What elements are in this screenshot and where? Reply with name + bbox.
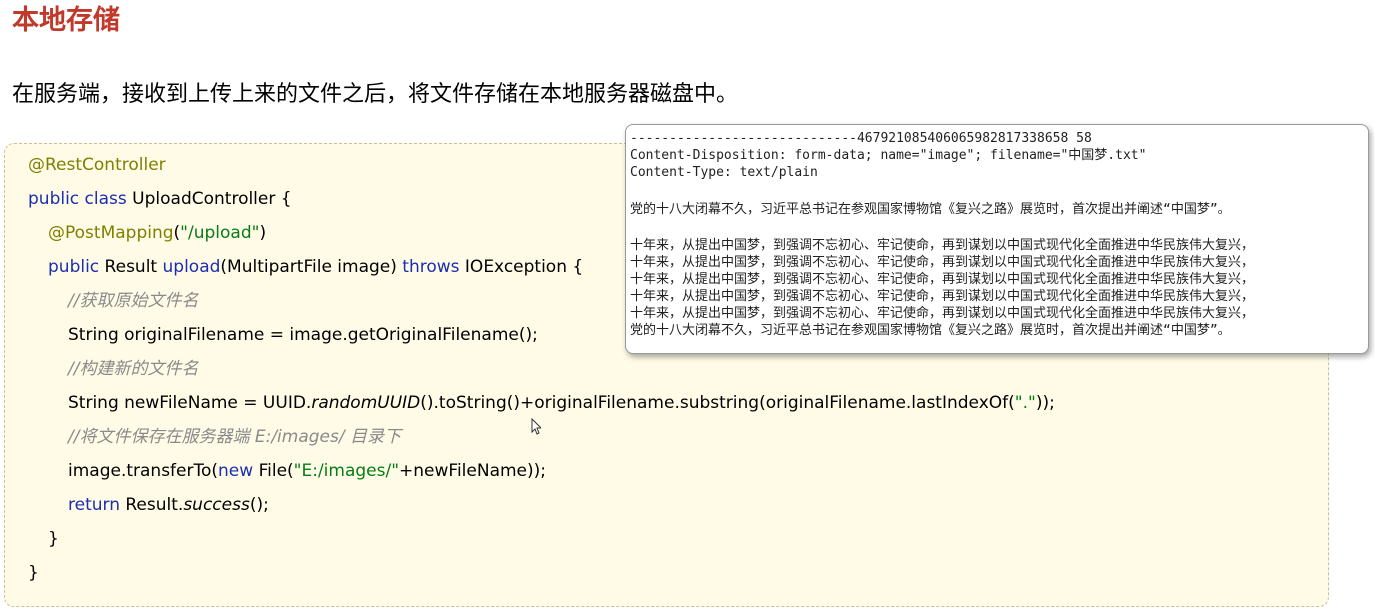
code-text: )); bbox=[1035, 393, 1055, 413]
keyword: public class bbox=[28, 189, 127, 209]
code-line-8: String newFileName = UUID.randomUUID().t… bbox=[68, 392, 1055, 414]
popup-line: Content-Type: text/plain bbox=[630, 165, 818, 180]
comment: //将文件保存在服务器端 E:/images/ 目录下 bbox=[68, 427, 401, 447]
keyword: public bbox=[48, 257, 100, 277]
string-literal: "/upload" bbox=[180, 223, 260, 243]
code-text: } bbox=[48, 529, 59, 549]
keyword: return bbox=[68, 495, 120, 515]
code-line-4: public Result upload(MultipartFile image… bbox=[48, 256, 583, 278]
code-text: (MultipartFile image) bbox=[220, 257, 403, 277]
page-title: 本地存储 bbox=[12, 5, 120, 36]
code-line-7: //构建新的文件名 bbox=[68, 358, 198, 380]
method-name: upload bbox=[162, 257, 221, 277]
annotation: @PostMapping bbox=[48, 223, 174, 243]
code-line-3: @PostMapping("/upload") bbox=[48, 222, 266, 244]
popup-line: 党的十八大闭幕不久，习近平总书记在参观国家博物馆《复兴之路》展览时，首次提出并阐… bbox=[630, 202, 1231, 217]
code-text: String originalFilename = image.getOrigi… bbox=[68, 325, 538, 345]
code-text: } bbox=[28, 563, 39, 583]
popup-line: 十年来，从提出中国梦，到强调不忘初心、牢记使命，再到谋划以中国式现代化全面推进中… bbox=[630, 306, 1255, 321]
keyword: throws bbox=[402, 257, 460, 277]
code-line-2: public class UploadController { bbox=[28, 188, 292, 210]
code-text: ().toString()+originalFilename.substring… bbox=[420, 393, 1015, 413]
popup-line: 十年来，从提出中国梦，到强调不忘初心、牢记使命，再到谋划以中国式现代化全面推进中… bbox=[630, 289, 1255, 304]
popup-line: 十年来，从提出中国梦，到强调不忘初心、牢记使命，再到谋划以中国式现代化全面推进中… bbox=[630, 272, 1255, 287]
popup-line: Content-Disposition: form-data; name="im… bbox=[630, 148, 1147, 163]
code-text: Result. bbox=[119, 495, 184, 515]
code-line-11: return Result.success(); bbox=[68, 494, 269, 516]
popup-line: -----------------------------46792108540… bbox=[630, 131, 1092, 146]
italic-method: success bbox=[183, 495, 250, 515]
comment: //构建新的文件名 bbox=[68, 359, 199, 379]
popup-line: 十年来，从提出中国梦，到强调不忘初心、牢记使命，再到谋划以中国式现代化全面推进中… bbox=[630, 255, 1255, 270]
code-line-9: //将文件保存在服务器端 E:/images/ 目录下 bbox=[68, 426, 401, 448]
intro-text: 在服务端，接收到上传上来的文件之后，将文件存储在本地服务器磁盘中。 bbox=[12, 82, 739, 107]
code-line-10: image.transferTo(new File("E:/images/"+n… bbox=[68, 460, 546, 482]
italic-method: randomUUID bbox=[311, 393, 421, 413]
code-line-13: } bbox=[28, 562, 39, 584]
code-line-12: } bbox=[48, 528, 59, 550]
code-line-1: @RestController bbox=[28, 154, 166, 176]
string-literal: "E:/images/" bbox=[293, 461, 400, 481]
code-text: (); bbox=[249, 495, 269, 515]
comment: //获取原始文件名 bbox=[68, 291, 199, 311]
keyword: new bbox=[218, 461, 254, 481]
annotation: @RestController bbox=[28, 155, 166, 175]
code-text: String newFileName = UUID. bbox=[68, 393, 312, 413]
code-text: IOException { bbox=[459, 257, 584, 277]
request-body-popup: -----------------------------46792108540… bbox=[625, 124, 1369, 354]
string-literal: "." bbox=[1014, 393, 1036, 413]
code-text: UploadController { bbox=[126, 189, 292, 209]
popup-line: 十年来，从提出中国梦，到强调不忘初心、牢记使命，再到谋划以中国式现代化全面推进中… bbox=[630, 238, 1255, 253]
popup-line: 党的十八大闭幕不久，习近平总书记在参观国家博物馆《复兴之路》展览时，首次提出并阐… bbox=[630, 323, 1231, 338]
code-text: ) bbox=[259, 223, 267, 243]
code-text: image.transferTo( bbox=[68, 461, 219, 481]
code-text: Result bbox=[99, 257, 163, 277]
code-line-5: //获取原始文件名 bbox=[68, 290, 198, 312]
code-line-6: String originalFilename = image.getOrigi… bbox=[68, 324, 538, 346]
mouse-cursor-icon bbox=[531, 418, 541, 435]
code-text: +newFileName)); bbox=[399, 461, 547, 481]
code-text: File( bbox=[253, 461, 294, 481]
